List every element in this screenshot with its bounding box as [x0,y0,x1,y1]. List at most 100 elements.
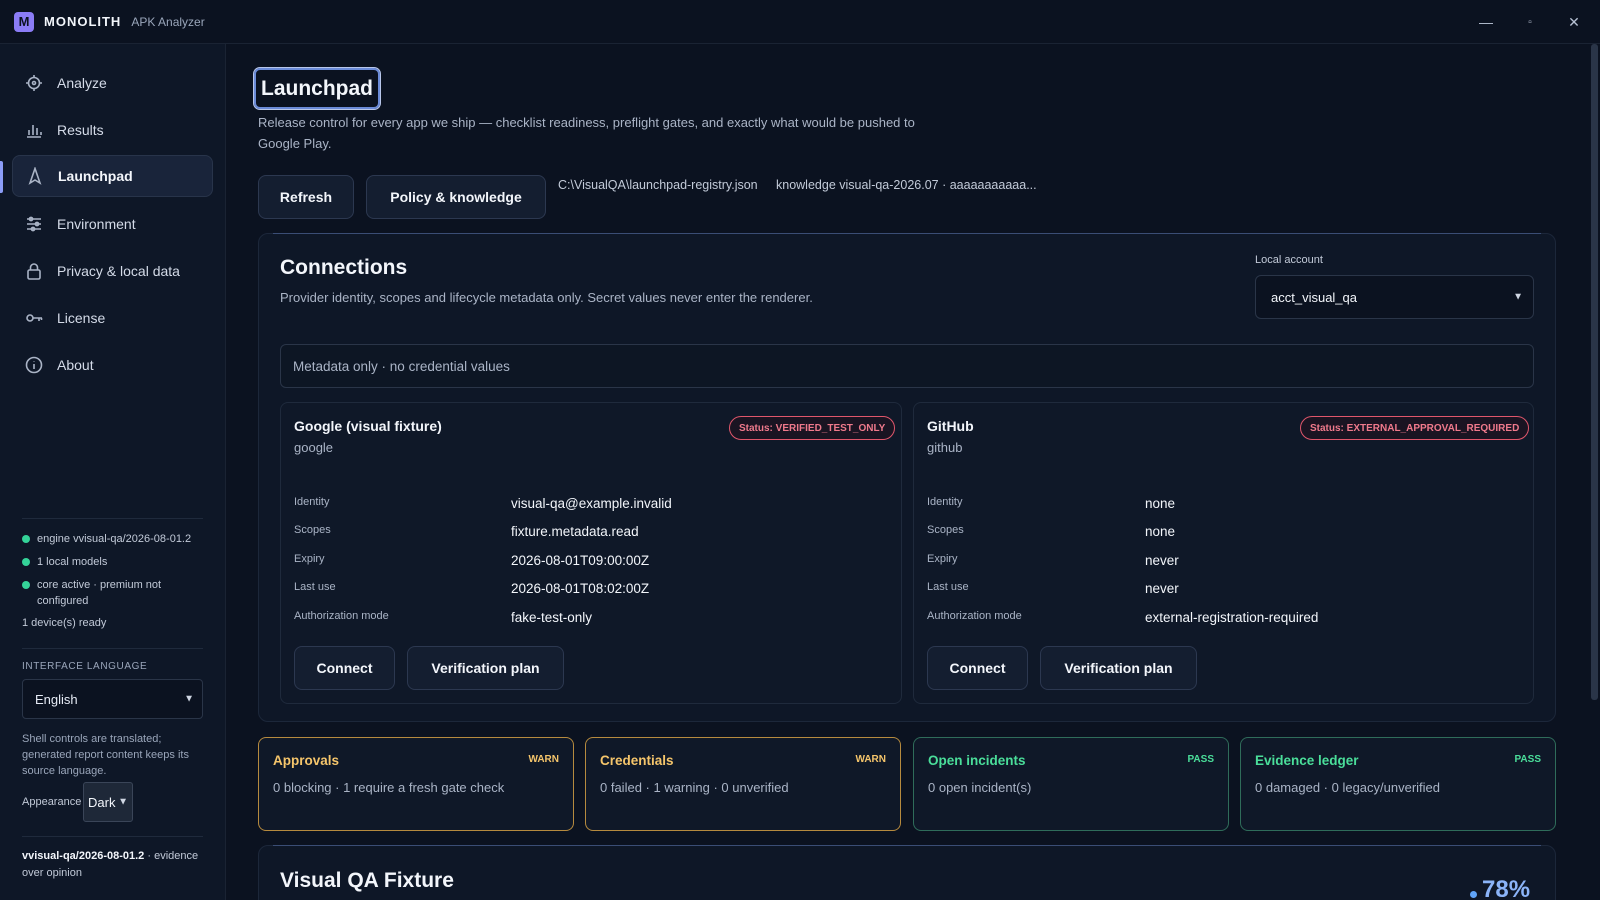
status-dot [22,535,30,543]
fixture-title: Visual QA Fixture [280,869,454,892]
app-subtitle: APK Analyzer [131,14,205,29]
core-status: core active · premium not configured [22,577,202,609]
refresh-button[interactable]: Refresh [258,175,354,219]
minimize-button[interactable]: — [1464,0,1508,44]
active-nav-indicator [0,161,3,193]
gate-description: 0 damaged · 0 legacy/unverified [1255,780,1441,795]
field-value-expiry: never [1145,553,1179,568]
field-key-identity: Identity [294,496,330,508]
build-info: vvisual-qa/2026-08-01.2 · evidence over … [22,850,199,879]
chevron-down-icon: ▼ [118,796,128,808]
field-key-authorization-mode: Authorization mode [294,610,389,622]
field-value-authorization-mode: external-registration-required [1145,610,1319,625]
status-dot [22,558,30,566]
google-connect-button[interactable]: Connect [294,646,395,690]
appearance-select[interactable]: Dark ▼ [83,782,133,822]
gate-card-credentials[interactable]: Credentials WARN 0 failed · 1 warning · … [585,737,901,831]
sidebar-item-results[interactable]: Results [12,109,213,151]
gate-title: Approvals [273,753,340,768]
readiness-dot [1470,891,1477,898]
field-value-scopes: none [1145,524,1176,539]
gate-status-badge: WARN [855,754,886,765]
gate-title: Credentials [600,753,674,768]
field-value-last-use: never [1145,581,1179,596]
gate-description: 0 open incident(s) [928,780,1032,795]
field-key-last-use: Last use [294,581,336,593]
gate-card-approvals[interactable]: Approvals WARN 0 blocking · 1 require a … [258,737,574,831]
language-select[interactable]: English ▼ [22,679,203,719]
scrollbar[interactable] [1591,44,1598,700]
gate-status-badge: WARN [528,754,559,765]
field-value-scopes: fixture.metadata.read [511,524,639,539]
sidebar-divider [22,518,203,519]
provider-name: Google (visual fixture) [294,418,442,434]
sidebar-item-license[interactable]: License [12,297,213,339]
chevron-down-icon: ▼ [1513,291,1523,303]
gate-status-badge: PASS [1514,754,1542,765]
field-key-last-use: Last use [927,581,969,593]
sidebar-item-label: Results [57,122,104,138]
field-key-identity: Identity [927,496,963,508]
page-title: Launchpad [252,67,382,110]
sidebar-item-label: License [57,310,106,326]
metadata-note: Metadata only · no credential values [280,344,1534,388]
provider-id: google [294,440,334,455]
app-logo: M [14,11,34,32]
gate-status-badge: PASS [1187,754,1215,765]
close-button[interactable]: ✕ [1552,0,1596,44]
appearance-label: Appearance [22,796,82,808]
target-icon [25,74,43,92]
key-icon [25,309,43,327]
gate-card-open-incidents[interactable]: Open incidents PASS 0 open incident(s) [913,737,1229,831]
status-badge: Status: VERIFIED_TEST_ONLY [729,416,896,440]
lock-icon [25,262,43,280]
gate-card-evidence-ledger[interactable]: Evidence ledger PASS 0 damaged · 0 legac… [1240,737,1556,831]
devices-status: 1 device(s) ready [22,617,107,629]
panel-accent-line [273,845,1541,846]
field-value-identity: visual-qa@example.invalid [511,496,672,511]
registry-path: C:\VisualQA\launchpad-registry.json [558,178,758,192]
sidebar-item-label: Environment [57,216,136,232]
status-badge: Status: EXTERNAL_APPROVAL_REQUIRED [1300,416,1530,440]
gate-description: 0 blocking · 1 require a fresh gate chec… [273,780,505,795]
gate-title: Open incidents [928,753,1026,768]
language-label: INTERFACE LANGUAGE [22,661,148,672]
sidebar-item-label: Launchpad [58,168,133,184]
field-key-expiry: Expiry [294,553,325,565]
provider-name: GitHub [927,418,974,434]
field-value-authorization-mode: fake-test-only [511,610,593,625]
gate-title: Evidence ledger [1255,753,1359,768]
sidebar-item-privacy[interactable]: Privacy & local data [12,250,213,292]
field-key-authorization-mode: Authorization mode [927,610,1022,622]
policy-knowledge-button[interactable]: Policy & knowledge [366,175,546,219]
local-account-select[interactable]: acct_visual_qa ▼ [1255,275,1534,319]
maximize-button[interactable]: ▫ [1508,0,1552,44]
sidebar-divider [22,836,203,837]
panel-accent-line [273,233,1541,234]
sidebar-item-environment[interactable]: Environment [12,203,213,245]
field-value-expiry: 2026-08-01T09:00:00Z [511,553,650,568]
github-connect-button[interactable]: Connect [927,646,1028,690]
sidebar-item-label: Analyze [57,75,107,91]
title-bar: M MONOLITH APK Analyzer — ▫ ✕ [0,0,1600,44]
sidebar-item-label: About [57,357,94,373]
build-version: vvisual-qa/2026-08-01.2 [22,850,145,862]
field-key-scopes: Scopes [927,524,964,536]
sliders-icon [25,215,43,233]
gate-description: 0 failed · 1 warning · 0 unverified [600,780,789,795]
sidebar-item-about[interactable]: About [12,344,213,386]
sidebar-item-launchpad[interactable]: Launchpad [12,155,213,197]
chevron-down-icon: ▼ [184,693,194,705]
engine-status: engine vvisual-qa/2026-08-01.2 [22,531,202,547]
connections-title: Connections [280,256,408,279]
google-verification-plan-button[interactable]: Verification plan [407,646,564,690]
language-note: Shell controls are translated; generated… [22,733,189,777]
sidebar-item-analyze[interactable]: Analyze [12,62,213,104]
rocket-icon [26,167,44,185]
github-verification-plan-button[interactable]: Verification plan [1040,646,1197,690]
info-icon [25,356,43,374]
sidebar-item-label: Privacy & local data [57,263,180,279]
field-value-last-use: 2026-08-01T08:02:00Z [511,581,650,596]
app-name: MONOLITH [44,14,122,29]
field-value-identity: none [1145,496,1176,511]
